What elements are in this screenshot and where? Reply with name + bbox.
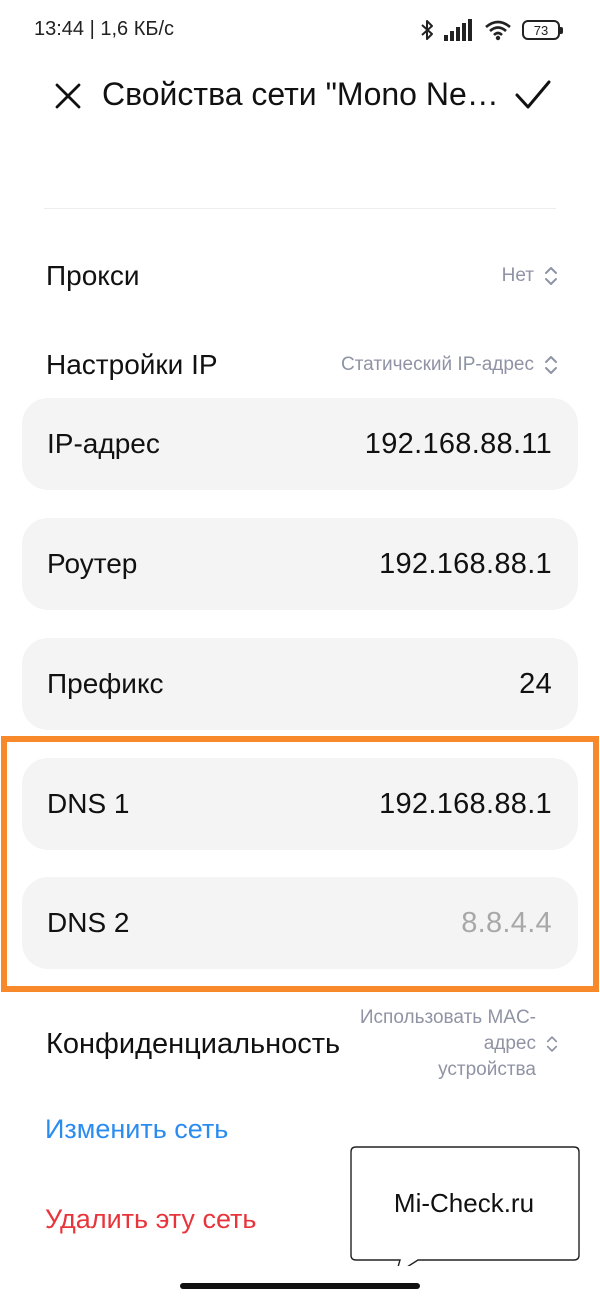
up-down-chevron-icon	[545, 267, 557, 285]
ip-settings-value-group: Статический IP-адрес	[341, 354, 558, 376]
ip-settings-label: Настройки IP	[46, 349, 218, 380]
privacy-value-line2: устройства	[438, 1059, 536, 1080]
dns2-field[interactable]: DNS 2 8.8.4.4	[22, 877, 578, 969]
bluetooth-icon	[421, 20, 433, 40]
home-indicator[interactable]	[180, 1283, 420, 1289]
up-down-chevron-icon	[546, 1036, 558, 1052]
ip-settings-select[interactable]: Настройки IP Статический IP-адрес	[46, 335, 558, 395]
wifi-icon	[485, 20, 511, 41]
up-down-chevron-icon	[545, 356, 557, 374]
privacy-value-group: Использовать MAC-адрес устройства	[340, 1005, 558, 1083]
watermark-text: Mi-Check.ru	[393, 1188, 535, 1218]
field-label: IP-адрес	[47, 428, 160, 459]
privacy-value-text: Использовать MAC-адрес устройства	[340, 1005, 536, 1083]
field-label: Роутер	[47, 548, 138, 579]
proxy-value-group: Нет	[502, 265, 558, 287]
field-label: DNS 1	[47, 788, 130, 819]
battery-level: 73	[533, 22, 549, 38]
prefix-field[interactable]: Префикс 24	[22, 638, 578, 730]
ip-address-field[interactable]: IP-адрес 192.168.88.11	[22, 398, 578, 490]
signal-icon	[444, 19, 472, 41]
modify-network-link[interactable]: Изменить сеть	[45, 1114, 228, 1145]
field-label: Префикс	[47, 668, 164, 699]
divider	[44, 208, 556, 209]
router-field[interactable]: Роутер 192.168.88.1	[22, 518, 578, 610]
close-icon[interactable]	[52, 80, 84, 112]
proxy-select[interactable]: Прокси Нет	[46, 246, 558, 306]
proxy-label: Прокси	[46, 260, 140, 291]
page-title: Свойства сети "Mono Network"	[102, 76, 502, 112]
privacy-label: Конфиденциальность	[46, 1027, 341, 1060]
battery-icon: 73	[522, 20, 563, 40]
field-label: DNS 2	[47, 907, 130, 938]
ip-settings-value: Статический IP-адрес	[340, 354, 534, 375]
check-icon[interactable]	[514, 78, 552, 112]
field-value: 192.168.88.1	[379, 547, 552, 580]
privacy-value-line1: Использовать MAC-адрес	[359, 1007, 536, 1054]
field-value: 192.168.88.11	[364, 427, 552, 460]
privacy-select[interactable]: Конфиденциальность Использовать MAC-адре…	[46, 1007, 558, 1080]
header: Свойства сети "Mono Network"	[0, 68, 600, 124]
field-value: 192.168.88.1	[379, 787, 552, 820]
forget-network-link[interactable]: Удалить эту сеть	[45, 1204, 257, 1235]
dns1-field[interactable]: DNS 1 192.168.88.1	[22, 758, 578, 850]
field-placeholder: 8.8.4.4	[461, 906, 552, 939]
proxy-value: Нет	[501, 265, 534, 286]
field-value: 24	[519, 667, 552, 700]
status-bar: 13:44 | 1,6 КБ/с 73	[0, 0, 600, 60]
status-icons: 73	[420, 16, 563, 44]
status-time-speed: 13:44 | 1,6 КБ/с	[34, 18, 175, 40]
